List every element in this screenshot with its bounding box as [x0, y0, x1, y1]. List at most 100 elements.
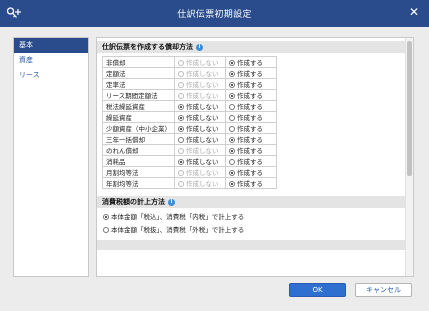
sidebar: 基本 資産 リース: [13, 37, 89, 277]
radio-create-yes[interactable]: 作成する: [225, 56, 277, 68]
vertical-scrollbar[interactable]: [405, 38, 413, 276]
method-row: 月割均等法 作成しない 作成する: [102, 166, 277, 178]
info-icon[interactable]: i: [196, 43, 203, 51]
radio-label: 作成しない: [186, 103, 219, 111]
radio-button-icon: [229, 159, 235, 165]
radio-label: 作成しない: [186, 169, 219, 177]
radio-create-yes[interactable]: 作成する: [225, 155, 277, 167]
radio-label: 作成する: [237, 158, 263, 166]
radio-create-no: 作成しない: [174, 89, 226, 101]
radio-button-icon: [229, 170, 235, 176]
radio-button-icon: [103, 214, 109, 220]
radio-button-icon: [229, 181, 235, 187]
radio-button-icon: [229, 93, 235, 99]
radio-create-yes[interactable]: 作成する: [225, 78, 277, 90]
scrollbar-thumb[interactable]: [407, 41, 412, 176]
method-row: 非償却 作成しない 作成する: [102, 56, 277, 68]
method-label: 三年一括償却: [102, 133, 175, 145]
method-label: 月割均等法: [102, 166, 175, 178]
radio-button-icon: [229, 126, 235, 132]
radio-create-yes[interactable]: 作成する: [225, 89, 277, 101]
tax-option-label: 本体金額「税込」、消費税「内税」で計上する: [111, 213, 245, 221]
ok-button[interactable]: OK: [289, 283, 346, 297]
next-section-header-partial: [97, 240, 406, 250]
method-row: のれん償却 作成しない 作成する: [102, 144, 277, 156]
method-row: 繰延資産 作成しない 作成する: [102, 111, 277, 123]
cancel-button[interactable]: キャンセル: [355, 283, 412, 297]
radio-button-icon: [178, 104, 184, 110]
radio-create-no: 作成しない: [174, 56, 226, 68]
radio-label: 作成する: [237, 169, 263, 177]
tax-option-label: 本体金額「税抜」、消費税「外税」で計上する: [111, 226, 245, 234]
radio-create-no[interactable]: 作成しない: [174, 155, 226, 167]
method-label: 少額資産（中小企業）: [102, 122, 175, 134]
sidebar-item[interactable]: 資産: [14, 53, 88, 68]
sidebar-item[interactable]: リース: [14, 68, 88, 83]
radio-create-no[interactable]: 作成しない: [174, 122, 226, 134]
radio-label: 作成する: [237, 125, 263, 133]
radio-create-no: 作成しない: [174, 166, 226, 178]
method-label: 消耗品: [102, 155, 175, 167]
radio-button-icon: [178, 148, 184, 154]
radio-create-yes[interactable]: 作成する: [225, 133, 277, 145]
radio-create-no[interactable]: 作成しない: [174, 111, 226, 123]
radio-create-no[interactable]: 作成しない: [174, 133, 226, 145]
method-label: 非償却: [102, 56, 175, 68]
tax-option[interactable]: 本体金額「税抜」、消費税「外税」で計上する: [103, 224, 406, 237]
close-icon[interactable]: ✕: [407, 5, 421, 19]
method-row: 消耗品 作成しない 作成する: [102, 155, 277, 167]
method-label: 年割均等法: [102, 177, 175, 189]
radio-create-yes[interactable]: 作成する: [225, 67, 277, 79]
radio-label: 作成する: [237, 136, 263, 144]
radio-label: 作成する: [237, 92, 263, 100]
sidebar-item[interactable]: 基本: [14, 38, 88, 53]
dialog-body: 基本 資産 リース 仕訳伝票を作成する償却方法 i 非償却 作成しない 作成する 定額法 作成…: [0, 27, 429, 311]
settings-panel: 仕訳伝票を作成する償却方法 i 非償却 作成しない 作成する 定額法 作成しない 作成する定…: [96, 37, 414, 277]
radio-button-icon: [229, 60, 235, 66]
radio-label: 作成しない: [186, 81, 219, 89]
radio-label: 作成する: [237, 70, 263, 78]
radio-button-icon: [178, 159, 184, 165]
method-row: 定額法 作成しない 作成する: [102, 67, 277, 79]
method-label: 税法繰延資産: [102, 100, 175, 112]
radio-button-icon: [229, 82, 235, 88]
radio-create-no: 作成しない: [174, 177, 226, 189]
radio-label: 作成する: [237, 180, 263, 188]
radio-label: 作成する: [237, 59, 263, 67]
radio-label: 作成しない: [186, 147, 219, 155]
radio-label: 作成する: [237, 147, 263, 155]
radio-button-icon: [178, 60, 184, 66]
radio-button-icon: [178, 181, 184, 187]
method-row: 年割均等法 作成しない 作成する: [102, 177, 277, 189]
radio-label: 作成する: [237, 103, 263, 111]
method-table: 非償却 作成しない 作成する 定額法 作成しない 作成する 定率法 作成しない 作成する リース期…: [102, 56, 277, 189]
settings-scroll-area: 仕訳伝票を作成する償却方法 i 非償却 作成しない 作成する 定額法 作成しない 作成する定…: [97, 38, 406, 276]
method-label: 定額法: [102, 67, 175, 79]
tax-option[interactable]: 本体金額「税込」、消費税「内税」で計上する: [103, 211, 406, 224]
radio-label: 作成しない: [186, 114, 219, 122]
radio-label: 作成しない: [186, 136, 219, 144]
radio-label: 作成しない: [186, 59, 219, 67]
method-label: 定率法: [102, 78, 175, 90]
radio-create-yes[interactable]: 作成する: [225, 122, 277, 134]
window-title: 仕訳伝票初期設定: [177, 10, 252, 20]
info-icon[interactable]: i: [168, 198, 175, 206]
radio-button-icon: [178, 137, 184, 143]
radio-create-no[interactable]: 作成しない: [174, 100, 226, 112]
radio-create-yes[interactable]: 作成する: [225, 100, 277, 112]
method-section-header: 仕訳伝票を作成する償却方法 i: [97, 41, 406, 53]
radio-create-yes[interactable]: 作成する: [225, 111, 277, 123]
radio-create-yes[interactable]: 作成する: [225, 144, 277, 156]
radio-button-icon: [229, 71, 235, 77]
radio-button-icon: [178, 93, 184, 99]
radio-create-yes[interactable]: 作成する: [225, 166, 277, 178]
radio-create-yes[interactable]: 作成する: [225, 177, 277, 189]
method-section-title: 仕訳伝票を作成する償却方法: [102, 43, 193, 51]
radio-button-icon: [178, 71, 184, 77]
method-row: 定率法 作成しない 作成する: [102, 78, 277, 90]
radio-button-icon: [178, 170, 184, 176]
method-label: 繰延資産: [102, 111, 175, 123]
radio-create-no: 作成しない: [174, 144, 226, 156]
method-label: のれん償却: [102, 144, 175, 156]
method-row: 税法繰延資産 作成しない 作成する: [102, 100, 277, 112]
